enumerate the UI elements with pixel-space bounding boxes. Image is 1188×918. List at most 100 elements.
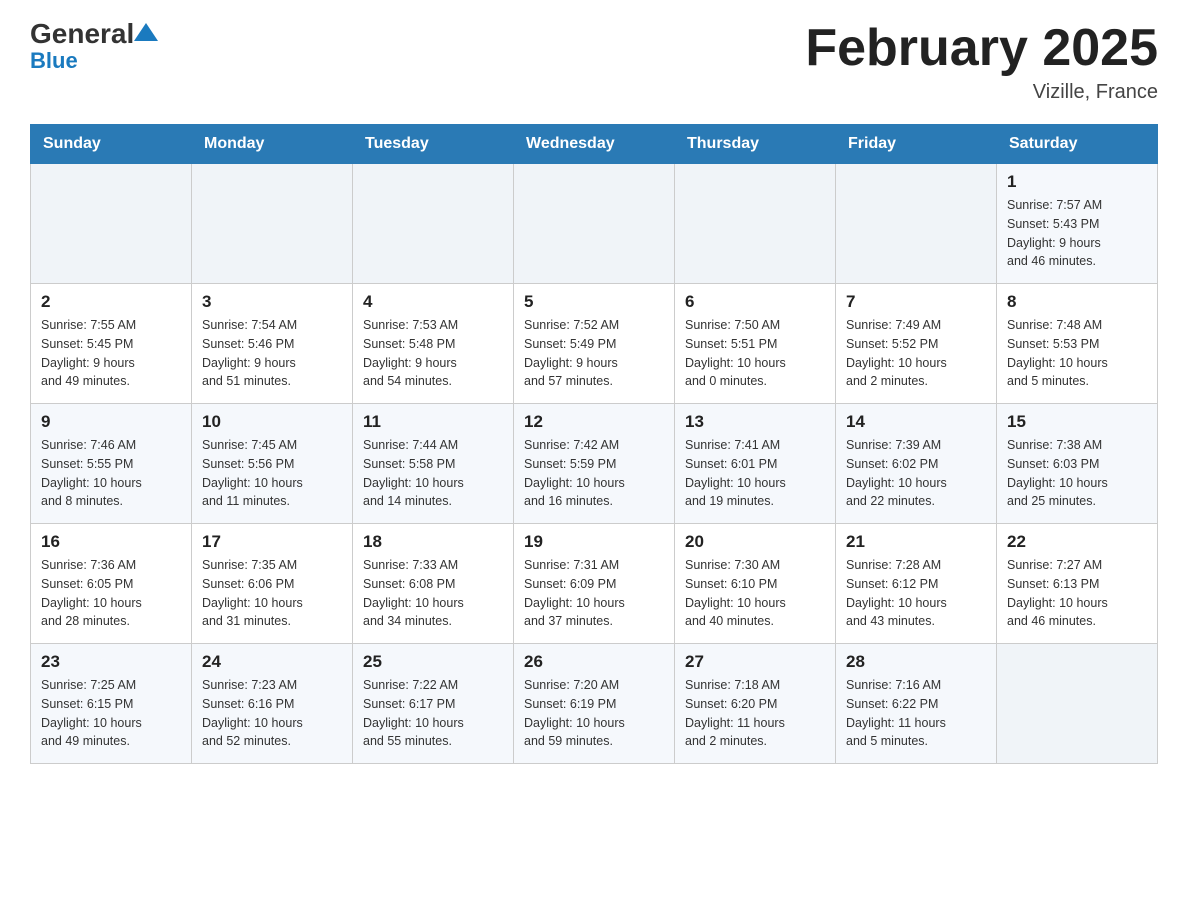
day-info: Sunrise: 7:57 AM Sunset: 5:43 PM Dayligh… (1007, 196, 1147, 271)
day-number: 7 (846, 292, 986, 312)
day-number: 4 (363, 292, 503, 312)
day-info: Sunrise: 7:23 AM Sunset: 6:16 PM Dayligh… (202, 676, 342, 751)
calendar-day-cell (353, 164, 514, 284)
calendar-day-cell (675, 164, 836, 284)
day-number: 14 (846, 412, 986, 432)
day-info: Sunrise: 7:48 AM Sunset: 5:53 PM Dayligh… (1007, 316, 1147, 391)
day-info: Sunrise: 7:22 AM Sunset: 6:17 PM Dayligh… (363, 676, 503, 751)
day-number: 21 (846, 532, 986, 552)
calendar-day-cell (997, 644, 1158, 764)
day-info: Sunrise: 7:55 AM Sunset: 5:45 PM Dayligh… (41, 316, 181, 391)
day-info: Sunrise: 7:49 AM Sunset: 5:52 PM Dayligh… (846, 316, 986, 391)
calendar-day-cell: 10Sunrise: 7:45 AM Sunset: 5:56 PM Dayli… (192, 404, 353, 524)
day-number: 16 (41, 532, 181, 552)
col-thursday: Thursday (675, 125, 836, 164)
calendar-week-row: 2 Sunrise: 7:55 AM Sunset: 5:45 PM Daylig… (31, 284, 1158, 404)
day-number: 8 (1007, 292, 1147, 312)
day-info: Sunrise: 7:36 AM Sunset: 6:05 PM Dayligh… (41, 556, 181, 631)
calendar-day-cell: 24 Sunrise: 7:23 AM Sunset: 6:16 PM Dayli… (192, 644, 353, 764)
day-info: Sunrise: 7:31 AM Sunset: 6:09 PM Dayligh… (524, 556, 664, 631)
calendar-week-row: 23 Sunrise: 7:25 AM Sunset: 6:15 PM Dayli… (31, 644, 1158, 764)
logo-general: General (30, 20, 134, 48)
calendar-week-row: 16 Sunrise: 7:36 AM Sunset: 6:05 PM Dayli… (31, 524, 1158, 644)
day-number: 17 (202, 532, 342, 552)
day-number: 20 (685, 532, 825, 552)
calendar-week-row: 9 Sunrise: 7:46 AM Sunset: 5:55 PM Daylig… (31, 404, 1158, 524)
calendar-week-row: 1 Sunrise: 7:57 AM Sunset: 5:43 PM Daylig… (31, 164, 1158, 284)
logo-icon (132, 19, 160, 47)
logo: General Blue (30, 20, 160, 74)
day-number: 23 (41, 652, 181, 672)
calendar-day-cell: 23 Sunrise: 7:25 AM Sunset: 6:15 PM Dayli… (31, 644, 192, 764)
calendar-day-cell: 21 Sunrise: 7:28 AM Sunset: 6:12 PM Dayli… (836, 524, 997, 644)
day-info: Sunrise: 7:33 AM Sunset: 6:08 PM Dayligh… (363, 556, 503, 631)
day-info: Sunrise: 7:44 AM Sunset: 5:58 PM Dayligh… (363, 436, 503, 511)
day-number: 22 (1007, 532, 1147, 552)
day-info: Sunrise: 7:52 AM Sunset: 5:49 PM Dayligh… (524, 316, 664, 391)
day-info: Sunrise: 7:30 AM Sunset: 6:10 PM Dayligh… (685, 556, 825, 631)
col-tuesday: Tuesday (353, 125, 514, 164)
day-number: 24 (202, 652, 342, 672)
calendar-day-cell: 27Sunrise: 7:18 AM Sunset: 6:20 PM Dayli… (675, 644, 836, 764)
day-number: 18 (363, 532, 503, 552)
day-info: Sunrise: 7:50 AM Sunset: 5:51 PM Dayligh… (685, 316, 825, 391)
day-number: 1 (1007, 172, 1147, 192)
col-wednesday: Wednesday (514, 125, 675, 164)
calendar-day-cell: 17 Sunrise: 7:35 AM Sunset: 6:06 PM Dayli… (192, 524, 353, 644)
day-info: Sunrise: 7:53 AM Sunset: 5:48 PM Dayligh… (363, 316, 503, 391)
day-info: Sunrise: 7:54 AM Sunset: 5:46 PM Dayligh… (202, 316, 342, 391)
calendar-day-cell: 8 Sunrise: 7:48 AM Sunset: 5:53 PM Daylig… (997, 284, 1158, 404)
day-number: 5 (524, 292, 664, 312)
calendar-day-cell: 18 Sunrise: 7:33 AM Sunset: 6:08 PM Dayli… (353, 524, 514, 644)
calendar-day-cell: 9 Sunrise: 7:46 AM Sunset: 5:55 PM Daylig… (31, 404, 192, 524)
calendar-day-cell: 7 Sunrise: 7:49 AM Sunset: 5:52 PM Daylig… (836, 284, 997, 404)
day-number: 15 (1007, 412, 1147, 432)
calendar-day-cell: 25Sunrise: 7:22 AM Sunset: 6:17 PM Dayli… (353, 644, 514, 764)
calendar-day-cell: 16 Sunrise: 7:36 AM Sunset: 6:05 PM Dayli… (31, 524, 192, 644)
calendar-day-cell: 19Sunrise: 7:31 AM Sunset: 6:09 PM Dayli… (514, 524, 675, 644)
calendar-day-cell (836, 164, 997, 284)
location: Vizille, France (805, 81, 1158, 104)
col-sunday: Sunday (31, 125, 192, 164)
calendar-day-cell: 3 Sunrise: 7:54 AM Sunset: 5:46 PM Daylig… (192, 284, 353, 404)
calendar-day-cell: 2 Sunrise: 7:55 AM Sunset: 5:45 PM Daylig… (31, 284, 192, 404)
day-number: 12 (524, 412, 664, 432)
calendar-day-cell: 13 Sunrise: 7:41 AM Sunset: 6:01 PM Dayli… (675, 404, 836, 524)
calendar-day-cell: 20 Sunrise: 7:30 AM Sunset: 6:10 PM Dayli… (675, 524, 836, 644)
day-info: Sunrise: 7:46 AM Sunset: 5:55 PM Dayligh… (41, 436, 181, 511)
day-number: 13 (685, 412, 825, 432)
day-info: Sunrise: 7:25 AM Sunset: 6:15 PM Dayligh… (41, 676, 181, 751)
day-info: Sunrise: 7:20 AM Sunset: 6:19 PM Dayligh… (524, 676, 664, 751)
day-info: Sunrise: 7:38 AM Sunset: 6:03 PM Dayligh… (1007, 436, 1147, 511)
day-number: 27 (685, 652, 825, 672)
day-number: 26 (524, 652, 664, 672)
calendar-day-cell: 15 Sunrise: 7:38 AM Sunset: 6:03 PM Dayli… (997, 404, 1158, 524)
calendar-day-cell (192, 164, 353, 284)
calendar-day-cell: 5 Sunrise: 7:52 AM Sunset: 5:49 PM Daylig… (514, 284, 675, 404)
calendar-day-cell (514, 164, 675, 284)
day-info: Sunrise: 7:28 AM Sunset: 6:12 PM Dayligh… (846, 556, 986, 631)
day-info: Sunrise: 7:39 AM Sunset: 6:02 PM Dayligh… (846, 436, 986, 511)
calendar-day-cell: 4 Sunrise: 7:53 AM Sunset: 5:48 PM Daylig… (353, 284, 514, 404)
day-number: 6 (685, 292, 825, 312)
day-number: 9 (41, 412, 181, 432)
month-title: February 2025 (805, 20, 1158, 77)
calendar-day-cell: 6 Sunrise: 7:50 AM Sunset: 5:51 PM Daylig… (675, 284, 836, 404)
day-info: Sunrise: 7:41 AM Sunset: 6:01 PM Dayligh… (685, 436, 825, 511)
day-info: Sunrise: 7:42 AM Sunset: 5:59 PM Dayligh… (524, 436, 664, 511)
day-number: 2 (41, 292, 181, 312)
calendar-day-cell: 26 Sunrise: 7:20 AM Sunset: 6:19 PM Dayli… (514, 644, 675, 764)
col-friday: Friday (836, 125, 997, 164)
day-number: 11 (363, 412, 503, 432)
logo-blue: Blue (30, 48, 78, 74)
col-monday: Monday (192, 125, 353, 164)
calendar-day-cell: 12 Sunrise: 7:42 AM Sunset: 5:59 PM Dayli… (514, 404, 675, 524)
day-number: 3 (202, 292, 342, 312)
calendar-day-cell (31, 164, 192, 284)
day-number: 28 (846, 652, 986, 672)
day-number: 10 (202, 412, 342, 432)
calendar-day-cell: 14 Sunrise: 7:39 AM Sunset: 6:02 PM Dayli… (836, 404, 997, 524)
calendar-table: Sunday Monday Tuesday Wednesday Thursday… (30, 124, 1158, 764)
day-info: Sunrise: 7:27 AM Sunset: 6:13 PM Dayligh… (1007, 556, 1147, 631)
day-info: Sunrise: 7:35 AM Sunset: 6:06 PM Dayligh… (202, 556, 342, 631)
